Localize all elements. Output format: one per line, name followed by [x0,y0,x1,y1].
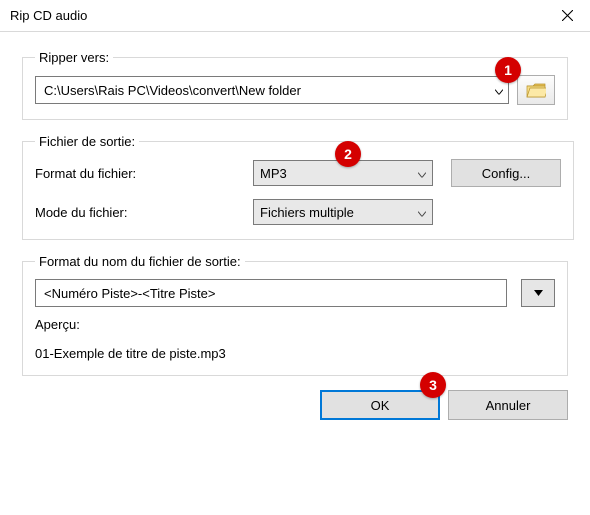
cancel-button[interactable]: Annuler [448,390,568,420]
dialog-body: Ripper vers: 1 Fichier de sortie: Format… [0,32,590,434]
annotation-badge-3: 3 [420,372,446,398]
format-label: Format du fichier: [35,166,245,181]
destination-combo[interactable] [35,76,509,104]
group-output-legend: Fichier de sortie: [35,134,139,149]
close-icon [562,10,573,21]
pattern-menu-button[interactable] [521,279,555,307]
titlebar: Rip CD audio [0,0,590,32]
filename-pattern-input[interactable] [35,279,507,307]
group-filename-legend: Format du nom du fichier de sortie: [35,254,245,269]
preview-label: Aperçu: [35,317,555,332]
group-destination: Ripper vers: 1 [22,50,568,120]
triangle-down-icon [534,290,543,296]
group-output: Fichier de sortie: Format du fichier: MP… [22,134,574,240]
group-destination-legend: Ripper vers: [35,50,113,65]
dialog-button-row: OK Annuler 3 [22,390,568,420]
close-button[interactable] [544,0,590,32]
annotation-badge-1: 1 [495,57,521,83]
annotation-badge-2: 2 [335,141,361,167]
window-title: Rip CD audio [10,8,87,23]
ok-button[interactable]: OK [320,390,440,420]
group-filename: Format du nom du fichier de sortie: Aper… [22,254,568,376]
browse-button[interactable] [517,75,555,105]
mode-select[interactable]: Fichiers multiple [253,199,433,225]
folder-icon [526,83,546,98]
mode-label: Mode du fichier: [35,205,245,220]
preview-value: 01-Exemple de titre de piste.mp3 [35,346,555,361]
config-button[interactable]: Config... [451,159,561,187]
destination-input[interactable] [35,76,509,104]
